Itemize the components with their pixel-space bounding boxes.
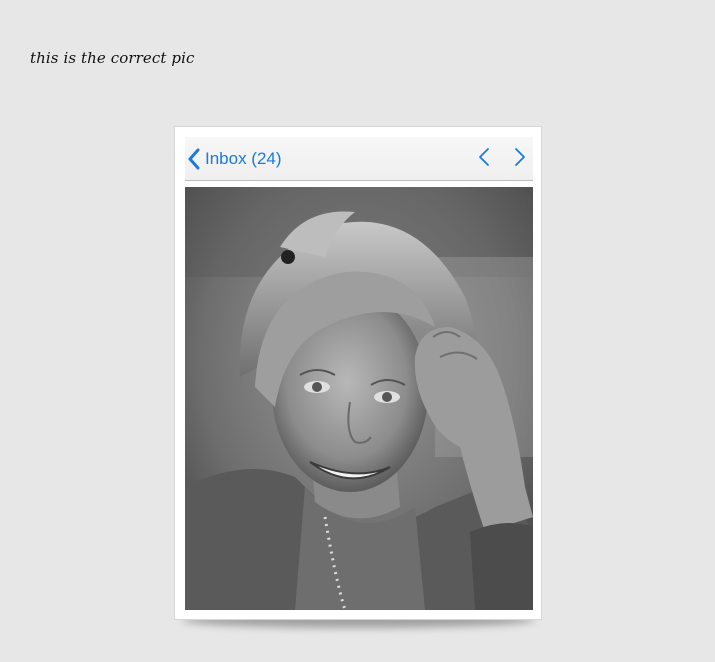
- chevron-left-icon: [477, 147, 491, 171]
- chevron-right-icon: [513, 147, 527, 171]
- phone-screen-card: Inbox (24): [174, 126, 542, 620]
- back-button-label: Inbox (24): [205, 149, 282, 168]
- mail-navigation-bar: Inbox (24): [185, 137, 533, 181]
- portrait-illustration: [185, 187, 533, 610]
- chevron-left-icon: [185, 148, 201, 170]
- previous-message-button[interactable]: [473, 147, 495, 171]
- caption-text: this is the correct pic: [30, 49, 195, 67]
- next-message-button[interactable]: [509, 147, 531, 171]
- attached-portrait-photo[interactable]: [185, 187, 533, 610]
- back-to-inbox-button[interactable]: Inbox (24): [185, 137, 282, 180]
